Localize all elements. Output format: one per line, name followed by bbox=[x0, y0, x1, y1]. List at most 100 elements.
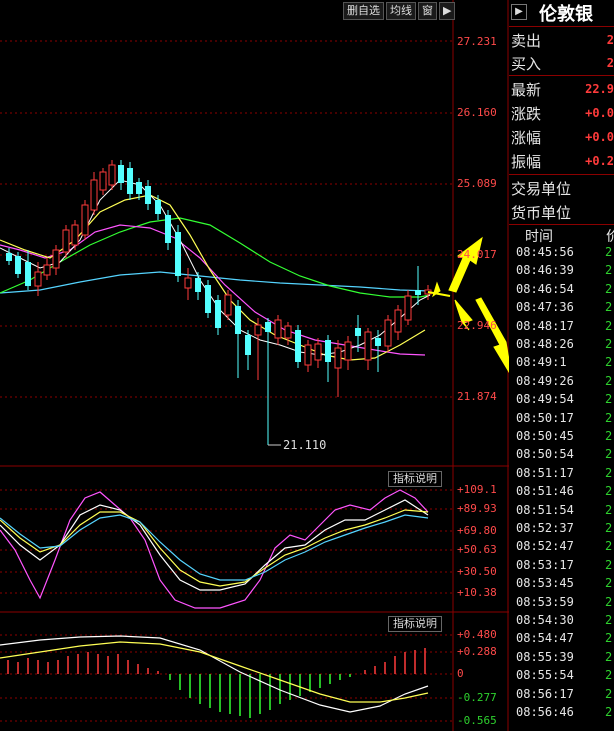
candle bbox=[43, 258, 51, 280]
tick-time: 08:51:17 bbox=[516, 465, 574, 480]
tick-price: 2 bbox=[605, 465, 613, 480]
tick-time: 08:53:59 bbox=[516, 594, 574, 609]
tick-row: 08:48:17 2 bbox=[509, 319, 614, 336]
divider bbox=[509, 174, 614, 175]
tick-row: 08:49:1 2 bbox=[509, 355, 614, 372]
quote-row-amplitude: 振幅 +0.2 bbox=[509, 149, 614, 173]
tick-row: 08:45:56 2 bbox=[509, 245, 614, 262]
quote-label: 涨跌 bbox=[511, 105, 542, 123]
quote-label: 货币单位 bbox=[511, 204, 572, 222]
tick-row: 08:55:39 2 bbox=[509, 650, 614, 667]
average-line-button[interactable]: 均线 bbox=[386, 2, 416, 20]
tick-time: 08:51:54 bbox=[516, 502, 574, 517]
candle bbox=[81, 200, 89, 240]
window-button[interactable]: 窗 bbox=[418, 2, 437, 20]
quote-value: 2 bbox=[606, 56, 614, 70]
tick-time: 08:52:47 bbox=[516, 539, 574, 554]
tick-price: 2 bbox=[605, 502, 613, 517]
tick-price: 2 bbox=[605, 705, 613, 719]
candle bbox=[71, 220, 79, 250]
tick-time: 08:49:1 bbox=[516, 355, 567, 370]
quote-panel: ▶ 伦敦银 卖出 2 买入 2 最新 22.9 涨跌 +0.0 涨幅 +0.0 … bbox=[509, 0, 614, 731]
tick-row: 08:54:47 2 bbox=[509, 631, 614, 648]
candle bbox=[344, 336, 352, 370]
indicator-help-button[interactable]: 指标说明 bbox=[388, 471, 442, 487]
tick-header-time: 时间 bbox=[525, 229, 553, 245]
candle bbox=[235, 300, 241, 378]
tick-time: 08:48:17 bbox=[516, 318, 574, 333]
quote-label: 最新 bbox=[511, 81, 542, 99]
candle bbox=[155, 195, 161, 220]
tick-row: 08:51:54 2 bbox=[509, 503, 614, 520]
candle bbox=[6, 248, 12, 265]
candle bbox=[25, 250, 31, 290]
tick-row: 08:53:17 2 bbox=[509, 558, 614, 575]
quote-title-bar: ▶ 伦敦银 bbox=[509, 0, 614, 26]
tick-price: 2 bbox=[605, 613, 613, 627]
quote-label: 卖出 bbox=[511, 32, 542, 50]
tick-time: 08:48:26 bbox=[516, 337, 574, 351]
candle bbox=[224, 290, 232, 320]
tick-row: 08:53:59 2 bbox=[509, 595, 614, 612]
tick-time: 08:54:30 bbox=[516, 613, 574, 627]
delete-watchlist-button[interactable]: 删自选 bbox=[343, 2, 384, 20]
candle bbox=[304, 340, 312, 372]
indicator1-level-label: +89.93 bbox=[457, 502, 497, 515]
low-price-label: 21.110 bbox=[283, 438, 327, 452]
indicator1-level-label: +10.38 bbox=[457, 586, 497, 599]
tick-time: 08:45:56 bbox=[516, 245, 574, 259]
tick-price: 2 bbox=[605, 245, 613, 259]
indicator1-level-label: +69.80 bbox=[457, 524, 497, 537]
candles bbox=[6, 160, 432, 445]
tick-time: 08:55:54 bbox=[516, 668, 574, 683]
indicator1-level-label: +109.1 bbox=[457, 483, 497, 496]
chart-toolbar: 删自选 均线 窗 ▶ bbox=[343, 2, 456, 20]
indicator2-level-label: 0 bbox=[457, 667, 464, 680]
tick-row: 08:46:39 2 bbox=[509, 263, 614, 280]
candle bbox=[314, 338, 322, 368]
candle bbox=[215, 295, 221, 335]
tick-table-header: 时间 价 bbox=[509, 226, 614, 245]
candle bbox=[90, 172, 98, 215]
tick-price: 2 bbox=[605, 429, 613, 443]
tick-price: 2 bbox=[605, 594, 613, 609]
candle bbox=[52, 245, 60, 275]
tick-row: 08:49:54 2 bbox=[509, 392, 614, 409]
tick-price: 2 bbox=[605, 263, 613, 278]
quote-value: +0.0 bbox=[585, 106, 614, 120]
tick-row: 08:54:30 2 bbox=[509, 613, 614, 630]
indicator-help-button[interactable]: 指标说明 bbox=[388, 616, 442, 632]
play-icon[interactable]: ▶ bbox=[511, 4, 527, 20]
quote-row-change: 涨跌 +0.0 bbox=[509, 101, 614, 125]
tick-row: 08:51:46 2 bbox=[509, 484, 614, 501]
tick-row: 08:48:26 2 bbox=[509, 337, 614, 354]
ma-line-cyan bbox=[0, 271, 431, 294]
tick-price: 2 bbox=[605, 539, 613, 554]
candle bbox=[184, 268, 192, 300]
candle bbox=[265, 318, 271, 445]
quote-row-ask: 卖出 2 bbox=[509, 28, 614, 52]
tick-price: 2 bbox=[605, 373, 613, 388]
candle bbox=[384, 315, 392, 352]
tick-price: 2 bbox=[605, 686, 613, 701]
play-icon[interactable]: ▶ bbox=[439, 2, 456, 20]
quote-label: 振幅 bbox=[511, 153, 542, 171]
tick-price: 2 bbox=[605, 281, 613, 296]
quote-value: 2 bbox=[606, 33, 614, 47]
candle bbox=[108, 160, 116, 190]
tick-row: 08:50:54 2 bbox=[509, 447, 614, 464]
tick-time: 08:47:36 bbox=[516, 300, 574, 315]
tick-price: 2 bbox=[605, 300, 613, 315]
candle bbox=[175, 225, 181, 282]
quote-label: 涨幅 bbox=[511, 129, 542, 147]
tick-row: 08:49:26 2 bbox=[509, 374, 614, 391]
kdj-line-white bbox=[0, 499, 429, 591]
candle bbox=[165, 210, 171, 250]
candle bbox=[254, 318, 262, 380]
candle bbox=[295, 325, 301, 368]
tick-price: 2 bbox=[605, 668, 613, 683]
indicator2-level-label: +0.288 bbox=[457, 645, 497, 658]
candle bbox=[205, 280, 211, 318]
quote-label: 买入 bbox=[511, 55, 542, 73]
chart-window: 删自选 均线 窗 ▶ 27.231 26.160 25.089 24.017 2… bbox=[0, 0, 614, 731]
